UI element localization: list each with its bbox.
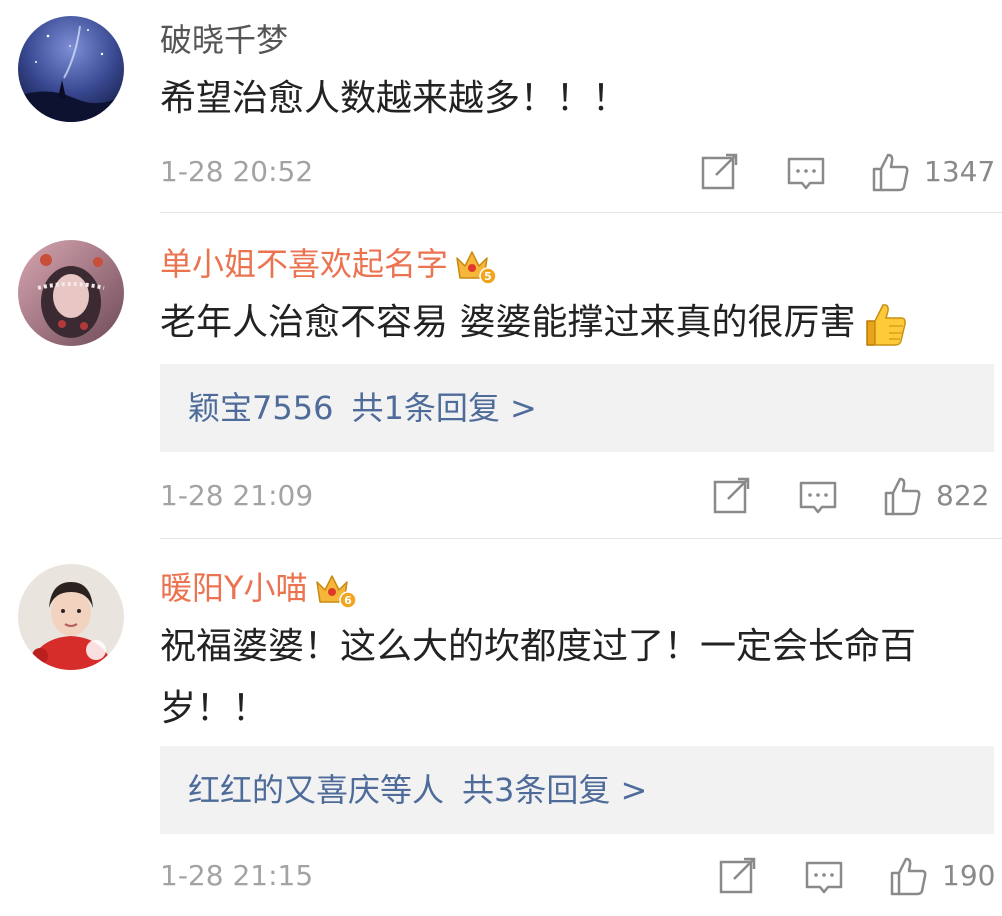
repost-icon[interactable] [712,474,752,518]
like-icon[interactable] [882,474,922,518]
username-text[interactable]: 单小姐不喜欢起名字 [160,245,448,283]
svg-text:5: 5 [484,270,492,283]
repost-icon[interactable] [718,854,758,898]
like-count: 822 [936,479,990,512]
comment-text-line: 老年人治愈不容易 婆婆能撑过来真的很厉害 [160,292,980,354]
username-text[interactable]: 暖阳Y小喵 [160,569,308,607]
username[interactable]: 暖阳Y小喵 6 [160,568,358,610]
comment-icon[interactable] [786,150,826,194]
username[interactable]: 破晓千梦 [160,20,288,60]
timestamp: 1-28 21:15 [160,859,314,892]
comment-footer: 1-28 20:52 1347 [160,150,996,194]
timestamp: 1-28 20:52 [160,155,314,188]
reply-author[interactable]: 红红的又喜庆等人 [160,771,444,809]
svg-text:6: 6 [344,594,352,607]
comment-content: 老年人治愈不容易 婆婆能撑过来真的很厉害 [160,292,980,354]
reply-summary[interactable]: 红红的又喜庆等人 共3条回复 > [160,746,994,834]
comment-text-line: 岁！！ [160,688,269,729]
like-count: 1347 [924,155,996,188]
comment-footer: 1-28 21:15 190 [160,854,996,898]
username[interactable]: 单小姐不喜欢起名字 5 [160,244,498,286]
comment-icon[interactable] [804,854,844,898]
like-icon[interactable] [888,854,928,898]
divider [160,538,1002,539]
comment-icon[interactable] [798,474,838,518]
avatar[interactable] [18,240,124,346]
divider [160,212,1002,213]
thumbs-up-emoji-icon [859,299,909,349]
username-text[interactable]: 破晓千梦 [160,21,288,59]
vip-crown-icon: 6 [314,570,358,610]
comment-text-line: 祝福婆婆！这么大的坎都度过了！一定会长命百 [160,626,917,667]
avatar[interactable] [18,16,124,122]
comment-text-line: 希望治愈人数越来越多！！！ [160,78,629,119]
comment-content: 希望治愈人数越来越多！！！ [160,68,980,130]
like-count: 190 [942,859,996,892]
avatar[interactable] [18,564,124,670]
comment-text: 老年人治愈不容易 婆婆能撑过来真的很厉害 [160,302,856,343]
reply-count-link[interactable]: 共1条回复 > [351,389,536,427]
reply-author[interactable]: 颖宝7556 [160,389,333,427]
reply-summary[interactable]: 颖宝7556 共1条回复 > [160,364,994,452]
timestamp: 1-28 21:09 [160,479,314,512]
vip-crown-icon: 5 [454,246,498,286]
comment-content: 祝福婆婆！这么大的坎都度过了！一定会长命百 岁！！ [160,616,980,740]
comment-footer: 1-28 21:09 822 [160,474,994,518]
like-icon[interactable] [870,150,910,194]
reply-count-link[interactable]: 共3条回复 > [462,771,647,809]
repost-icon[interactable] [700,150,740,194]
